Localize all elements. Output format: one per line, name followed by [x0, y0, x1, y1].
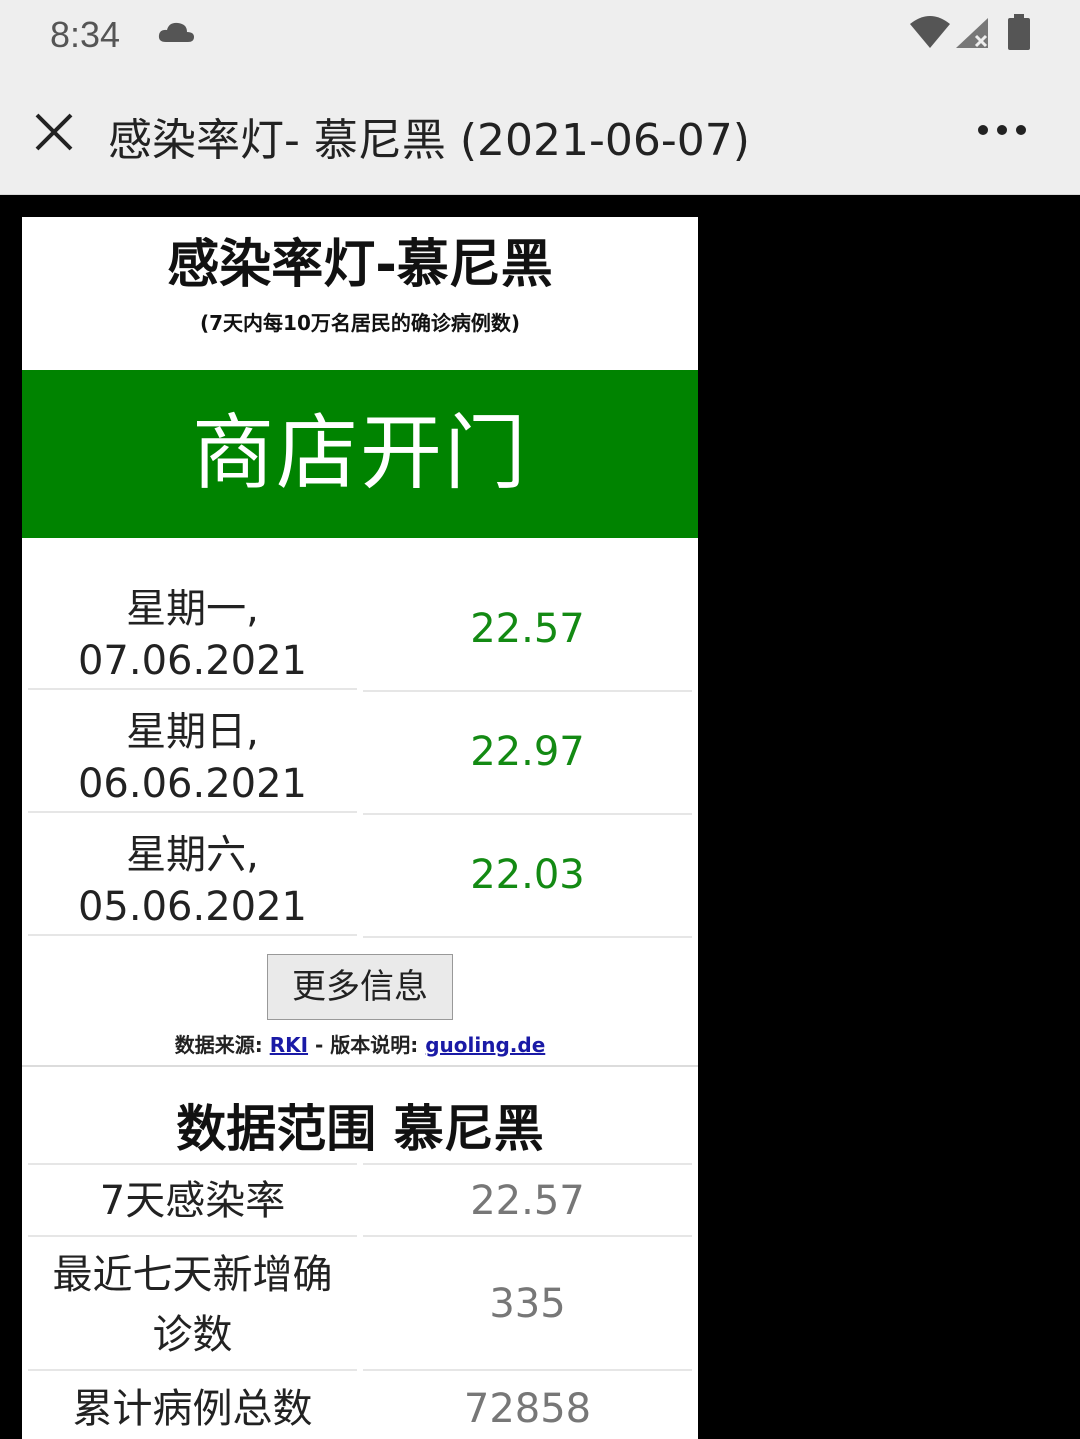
- card-subtitle: (7天内每10万名居民的确诊病例数): [199, 311, 521, 335]
- status-time: 8:34: [50, 14, 121, 55]
- date-cell: 星期一, 07.06.2021: [28, 569, 357, 690]
- more-info-button[interactable]: 更多信息: [267, 954, 453, 1020]
- daily-table: 星期一, 07.06.2021 22.57 星期日, 06.06.2021 22…: [22, 569, 698, 938]
- date-cell: 星期日, 06.06.2021: [28, 692, 357, 813]
- title-bar: 感染率灯- 慕尼黑 (2021-06-07): [0, 70, 1080, 195]
- table-row: 最近七天新增确 诊数 335: [22, 1235, 698, 1369]
- table-row: 星期六, 05.06.2021 22.03: [22, 815, 698, 938]
- range-title: 数据范围 慕尼黑: [176, 1100, 544, 1158]
- day-label: 星期一,: [126, 586, 259, 632]
- stat-label: 最近七天新增确 诊数: [28, 1235, 357, 1369]
- stat-label: 累计病例总数: [28, 1369, 357, 1439]
- divider: [22, 1065, 698, 1067]
- stat-value: 72858: [363, 1369, 692, 1439]
- stat-label-line: 最近七天新增确: [52, 1252, 333, 1298]
- stat-label: 7天感染率: [28, 1163, 357, 1235]
- stats-table: 7天感染率 22.57 最近七天新增确 诊数 335 累计病例总数 72858: [22, 1163, 698, 1439]
- more-options-icon[interactable]: [976, 122, 1028, 141]
- cloud-icon: [156, 18, 196, 52]
- table-row: 星期一, 07.06.2021 22.57: [22, 569, 698, 692]
- battery-icon: [1006, 14, 1032, 56]
- table-row: 7天感染率 22.57: [22, 1163, 698, 1235]
- guoling-link[interactable]: guoling.de: [425, 1033, 545, 1057]
- stat-value: 335: [363, 1235, 692, 1369]
- card-title: 感染率灯-慕尼黑: [167, 235, 553, 295]
- value-cell: 22.57: [363, 569, 692, 692]
- page-title: 感染率灯- 慕尼黑 (2021-06-07): [108, 115, 750, 166]
- table-row: 累计病例总数 72858: [22, 1369, 698, 1439]
- day-label: 星期六,: [126, 832, 259, 878]
- status-bar: 8:34: [0, 0, 1080, 70]
- date-label: 06.06.2021: [77, 761, 308, 807]
- table-row: 星期日, 06.06.2021 22.97: [22, 692, 698, 815]
- wifi-icon: [908, 14, 952, 54]
- close-icon[interactable]: [34, 112, 74, 156]
- status-banner: 商店开门: [22, 370, 698, 538]
- source-prefix: 数据来源:: [174, 1033, 270, 1057]
- source-middle: - 版本说明:: [308, 1033, 426, 1057]
- value-cell: 22.97: [363, 692, 692, 815]
- rki-link[interactable]: RKI: [270, 1033, 308, 1057]
- infection-card: 感染率灯-慕尼黑 (7天内每10万名居民的确诊病例数) 商店开门 星期一, 07…: [22, 217, 698, 1439]
- data-source: 数据来源: RKI - 版本说明: guoling.de: [22, 1029, 698, 1058]
- day-label: 星期日,: [126, 709, 259, 755]
- date-label: 05.06.2021: [77, 884, 308, 930]
- stat-label-line: 诊数: [152, 1312, 233, 1358]
- stat-value: 22.57: [363, 1163, 692, 1235]
- value-cell: 22.03: [363, 815, 692, 938]
- date-label: 07.06.2021: [77, 638, 308, 684]
- signal-icon: [954, 16, 992, 54]
- date-cell: 星期六, 05.06.2021: [28, 815, 357, 936]
